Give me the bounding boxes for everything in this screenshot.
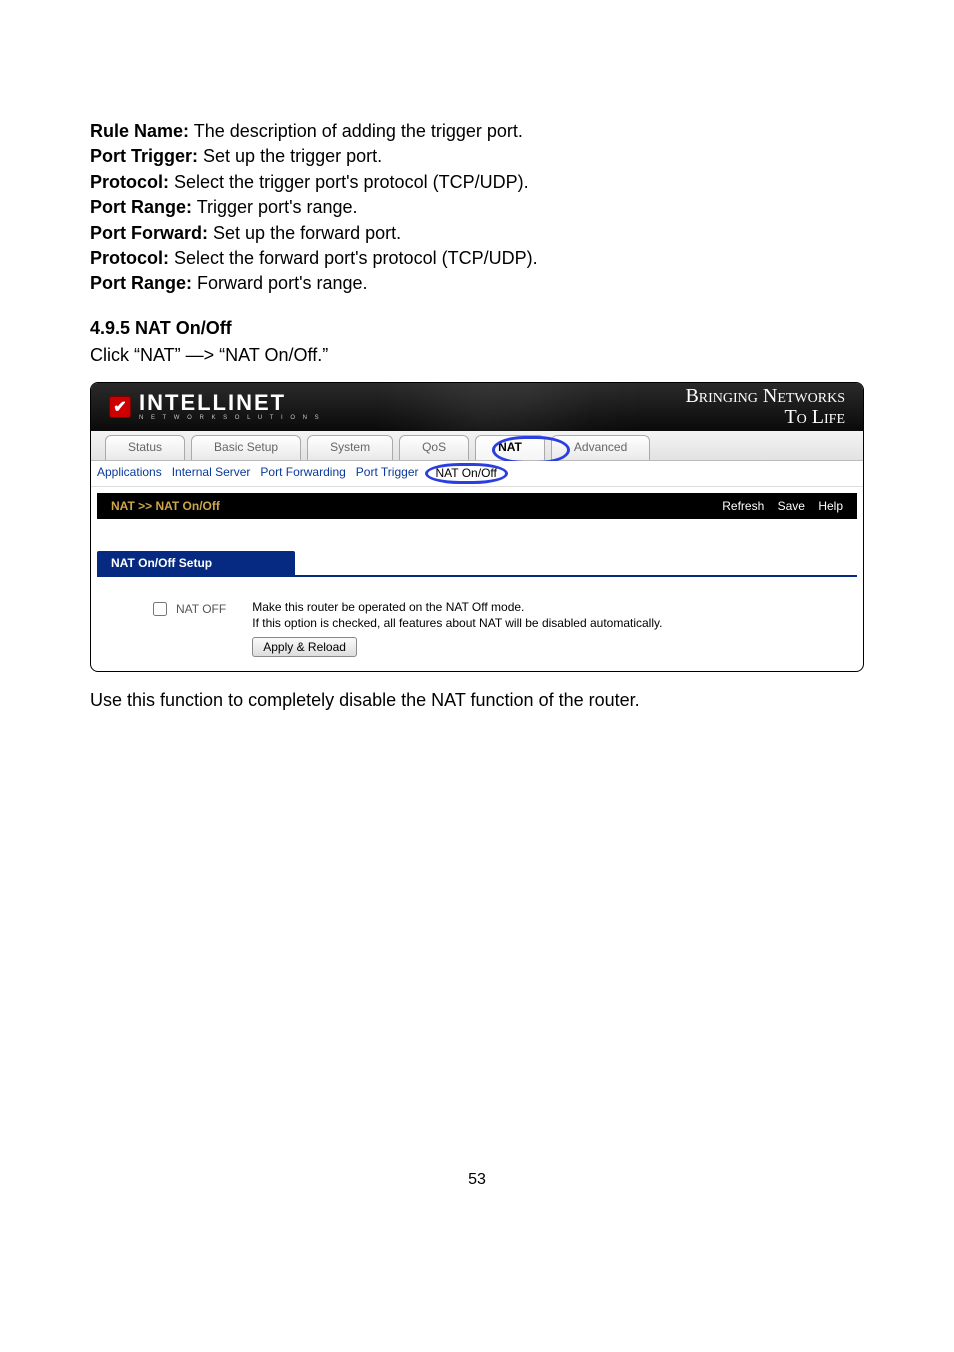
section-instruction: Click “NAT” —> “NAT On/Off.” xyxy=(90,345,864,366)
highlight-oval-icon: NAT On/Off xyxy=(425,463,508,484)
after-text: Use this function to completely disable … xyxy=(90,690,864,711)
apply-reload-button[interactable]: Apply & Reload xyxy=(252,637,357,657)
brand-tagline: Bringing Networks To Life xyxy=(685,386,845,428)
tab-nat[interactable]: NAT xyxy=(475,435,545,460)
tab-nat-label: NAT xyxy=(498,440,522,454)
refresh-button[interactable]: Refresh xyxy=(722,499,764,513)
nat-off-desc-line: Make this router be operated on the NAT … xyxy=(252,599,662,615)
def-label: Protocol: xyxy=(90,248,169,268)
subtab-port-trigger[interactable]: Port Trigger xyxy=(356,465,419,482)
page-number: 53 xyxy=(90,1171,864,1189)
nat-off-checkbox[interactable] xyxy=(153,602,167,616)
router-screenshot: ✔ INTELLINET N E T W O R K S O L U T I O… xyxy=(90,382,864,672)
sub-tab-bar: Applications Internal Server Port Forwar… xyxy=(91,461,863,487)
section-heading: 4.9.5 NAT On/Off xyxy=(90,318,864,339)
def-text: Select the trigger port's protocol (TCP/… xyxy=(174,172,529,192)
brand-tagline-line: To Life xyxy=(685,407,845,428)
definition-list: Rule Name: The description of adding the… xyxy=(90,120,864,296)
def-text: Set up the forward port. xyxy=(213,223,401,243)
path-bar: NAT >> NAT On/Off Refresh Save Help xyxy=(97,493,857,519)
def-text: Trigger port's range. xyxy=(197,197,358,217)
subtab-applications[interactable]: Applications xyxy=(97,465,162,482)
def-label: Protocol: xyxy=(90,172,169,192)
tab-system[interactable]: System xyxy=(307,435,393,460)
brand-tagline-line: Bringing Networks xyxy=(685,386,845,407)
panel-title: NAT On/Off Setup xyxy=(97,551,295,575)
tab-qos[interactable]: QoS xyxy=(399,435,469,460)
def-label: Port Range: xyxy=(90,273,192,293)
subtab-port-forwarding[interactable]: Port Forwarding xyxy=(260,465,345,482)
help-button[interactable]: Help xyxy=(818,499,843,513)
nat-off-checkbox-row[interactable]: NAT OFF xyxy=(149,599,226,619)
tab-status[interactable]: Status xyxy=(105,435,185,460)
brand-name: INTELLINET xyxy=(139,392,322,414)
brand-check-icon: ✔ xyxy=(109,396,131,418)
nat-off-checkbox-label: NAT OFF xyxy=(176,602,226,616)
def-label: Port Range: xyxy=(90,197,192,217)
def-label: Port Forward: xyxy=(90,223,208,243)
def-text: The description of adding the trigger po… xyxy=(194,121,523,141)
tab-basic-setup[interactable]: Basic Setup xyxy=(191,435,301,460)
brand-bar: ✔ INTELLINET N E T W O R K S O L U T I O… xyxy=(91,383,863,431)
nat-off-desc-line: If this option is checked, all features … xyxy=(252,615,662,631)
form-area: NAT OFF Make this router be operated on … xyxy=(91,577,863,671)
subtab-internal-server[interactable]: Internal Server xyxy=(172,465,251,482)
tab-advanced[interactable]: Advanced xyxy=(551,435,650,460)
save-button[interactable]: Save xyxy=(778,499,805,513)
def-text: Select the forward port's protocol (TCP/… xyxy=(174,248,538,268)
def-text: Forward port's range. xyxy=(197,273,368,293)
brand-subtitle: N E T W O R K S O L U T I O N S xyxy=(139,415,322,421)
subtab-nat-on-off[interactable]: NAT On/Off xyxy=(436,466,497,480)
breadcrumb: NAT >> NAT On/Off xyxy=(111,499,220,513)
def-label: Port Trigger: xyxy=(90,146,198,166)
main-tab-bar: Status Basic Setup System QoS NAT Advanc… xyxy=(91,431,863,461)
def-label: Rule Name: xyxy=(90,121,189,141)
def-text: Set up the trigger port. xyxy=(203,146,382,166)
